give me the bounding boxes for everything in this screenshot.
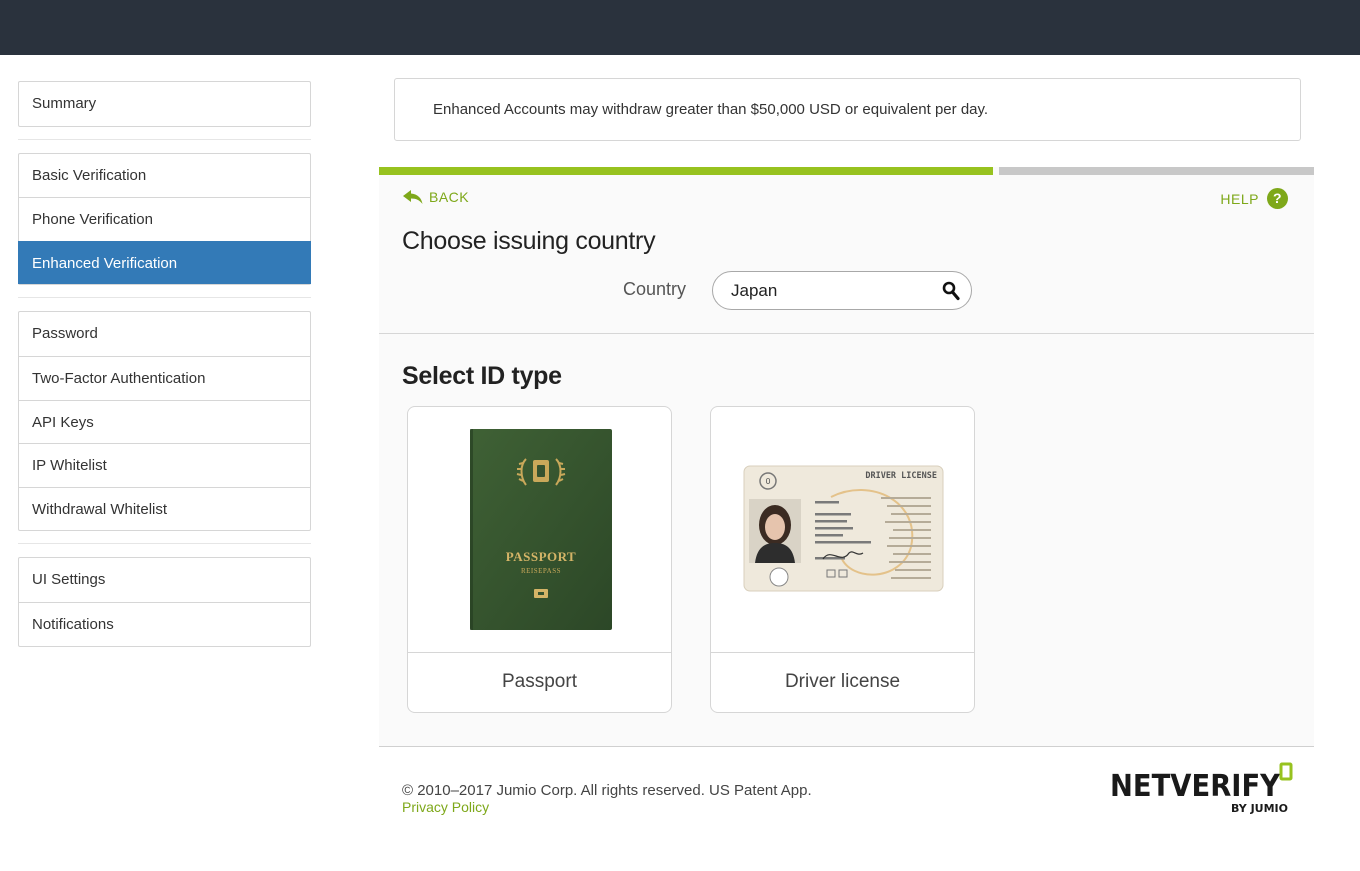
- sidebar-divider: [18, 297, 311, 299]
- sidebar-item-phone-verification[interactable]: Phone Verification: [19, 197, 310, 241]
- top-navbar: [0, 0, 1360, 55]
- progress-bar: [379, 167, 1314, 175]
- sidebar-divider: [18, 543, 311, 545]
- withdrawal-limit-notice: Enhanced Accounts may withdraw greater t…: [394, 78, 1301, 141]
- svg-text:0: 0: [765, 477, 770, 486]
- sidebar-item-summary[interactable]: Summary: [19, 82, 310, 126]
- netverify-logo: NETVERIFY BY JUMIO: [1110, 762, 1293, 815]
- sidebar-item-ui-settings[interactable]: UI Settings: [19, 558, 310, 602]
- sidebar-item-notifications[interactable]: Notifications: [19, 601, 310, 646]
- id-type-passport-card[interactable]: PASSPORT REISEPASS Passport: [407, 406, 672, 713]
- driver-license-label: Driver license: [711, 652, 974, 712]
- privacy-policy-link[interactable]: Privacy Policy: [402, 799, 489, 815]
- reply-arrow-icon: [403, 190, 423, 204]
- id-type-driver-license-card[interactable]: 0 DRIVER LICENSE Driver license: [710, 406, 975, 713]
- netverify-panel: BACK HELP ? Choose issuing country Count…: [379, 167, 1314, 747]
- sidebar-group-summary: Summary: [18, 81, 311, 127]
- sidebar-item-withdrawal-whitelist[interactable]: Withdrawal Whitelist: [19, 486, 310, 531]
- passport-cover-subtitle: REISEPASS: [521, 567, 561, 575]
- passport-illustration: PASSPORT REISEPASS: [470, 429, 612, 630]
- passport-image: PASSPORT REISEPASS: [408, 407, 671, 652]
- passport-cover-title: PASSPORT: [506, 549, 576, 564]
- sidebar-item-two-factor-authentication[interactable]: Two-Factor Authentication: [19, 355, 310, 400]
- section-divider: [379, 333, 1314, 334]
- country-input[interactable]: [731, 280, 931, 302]
- back-label: BACK: [429, 189, 470, 205]
- sidebar-item-password[interactable]: Password: [19, 312, 310, 356]
- sidebar-item-basic-verification[interactable]: Basic Verification: [19, 154, 310, 198]
- license-card-title: DRIVER LICENSE: [865, 471, 937, 481]
- sidebar-group-preferences: UI Settings Notifications: [18, 557, 311, 647]
- sidebar-item-enhanced-verification[interactable]: Enhanced Verification: [18, 240, 311, 285]
- country-search-field: [712, 271, 972, 310]
- logo-byline: BY JUMIO: [1231, 802, 1288, 815]
- help-button[interactable]: HELP ?: [1220, 188, 1288, 209]
- sidebar-item-api-keys[interactable]: API Keys: [19, 399, 310, 444]
- sidebar-divider: [18, 138, 311, 140]
- progress-bar-remaining: [999, 167, 1314, 175]
- help-label: HELP: [1220, 190, 1259, 207]
- driver-license-illustration: 0 DRIVER LICENSE: [743, 465, 944, 592]
- search-icon[interactable]: [942, 281, 960, 301]
- sidebar-item-ip-whitelist[interactable]: IP Whitelist: [19, 443, 310, 487]
- logo-wordmark: NETVERIFY: [1110, 769, 1281, 804]
- copyright-text: © 2010–2017 Jumio Corp. All rights reser…: [402, 782, 812, 799]
- passport-label: Passport: [408, 652, 671, 712]
- sidebar-group-verification: Basic Verification Phone Verification En…: [18, 152, 311, 286]
- question-mark-icon: ?: [1267, 188, 1288, 209]
- country-label: Country: [623, 279, 687, 299]
- sidebar-group-security: Password Two-Factor Authentication API K…: [18, 311, 311, 532]
- progress-bar-fill: [379, 167, 993, 175]
- back-button[interactable]: BACK: [403, 189, 469, 205]
- driver-license-image: 0 DRIVER LICENSE: [711, 407, 974, 652]
- settings-sidebar: Summary Basic Verification Phone Verific…: [18, 81, 311, 647]
- select-id-type-heading: Select ID type: [402, 362, 562, 390]
- choose-country-heading: Choose issuing country: [402, 227, 656, 255]
